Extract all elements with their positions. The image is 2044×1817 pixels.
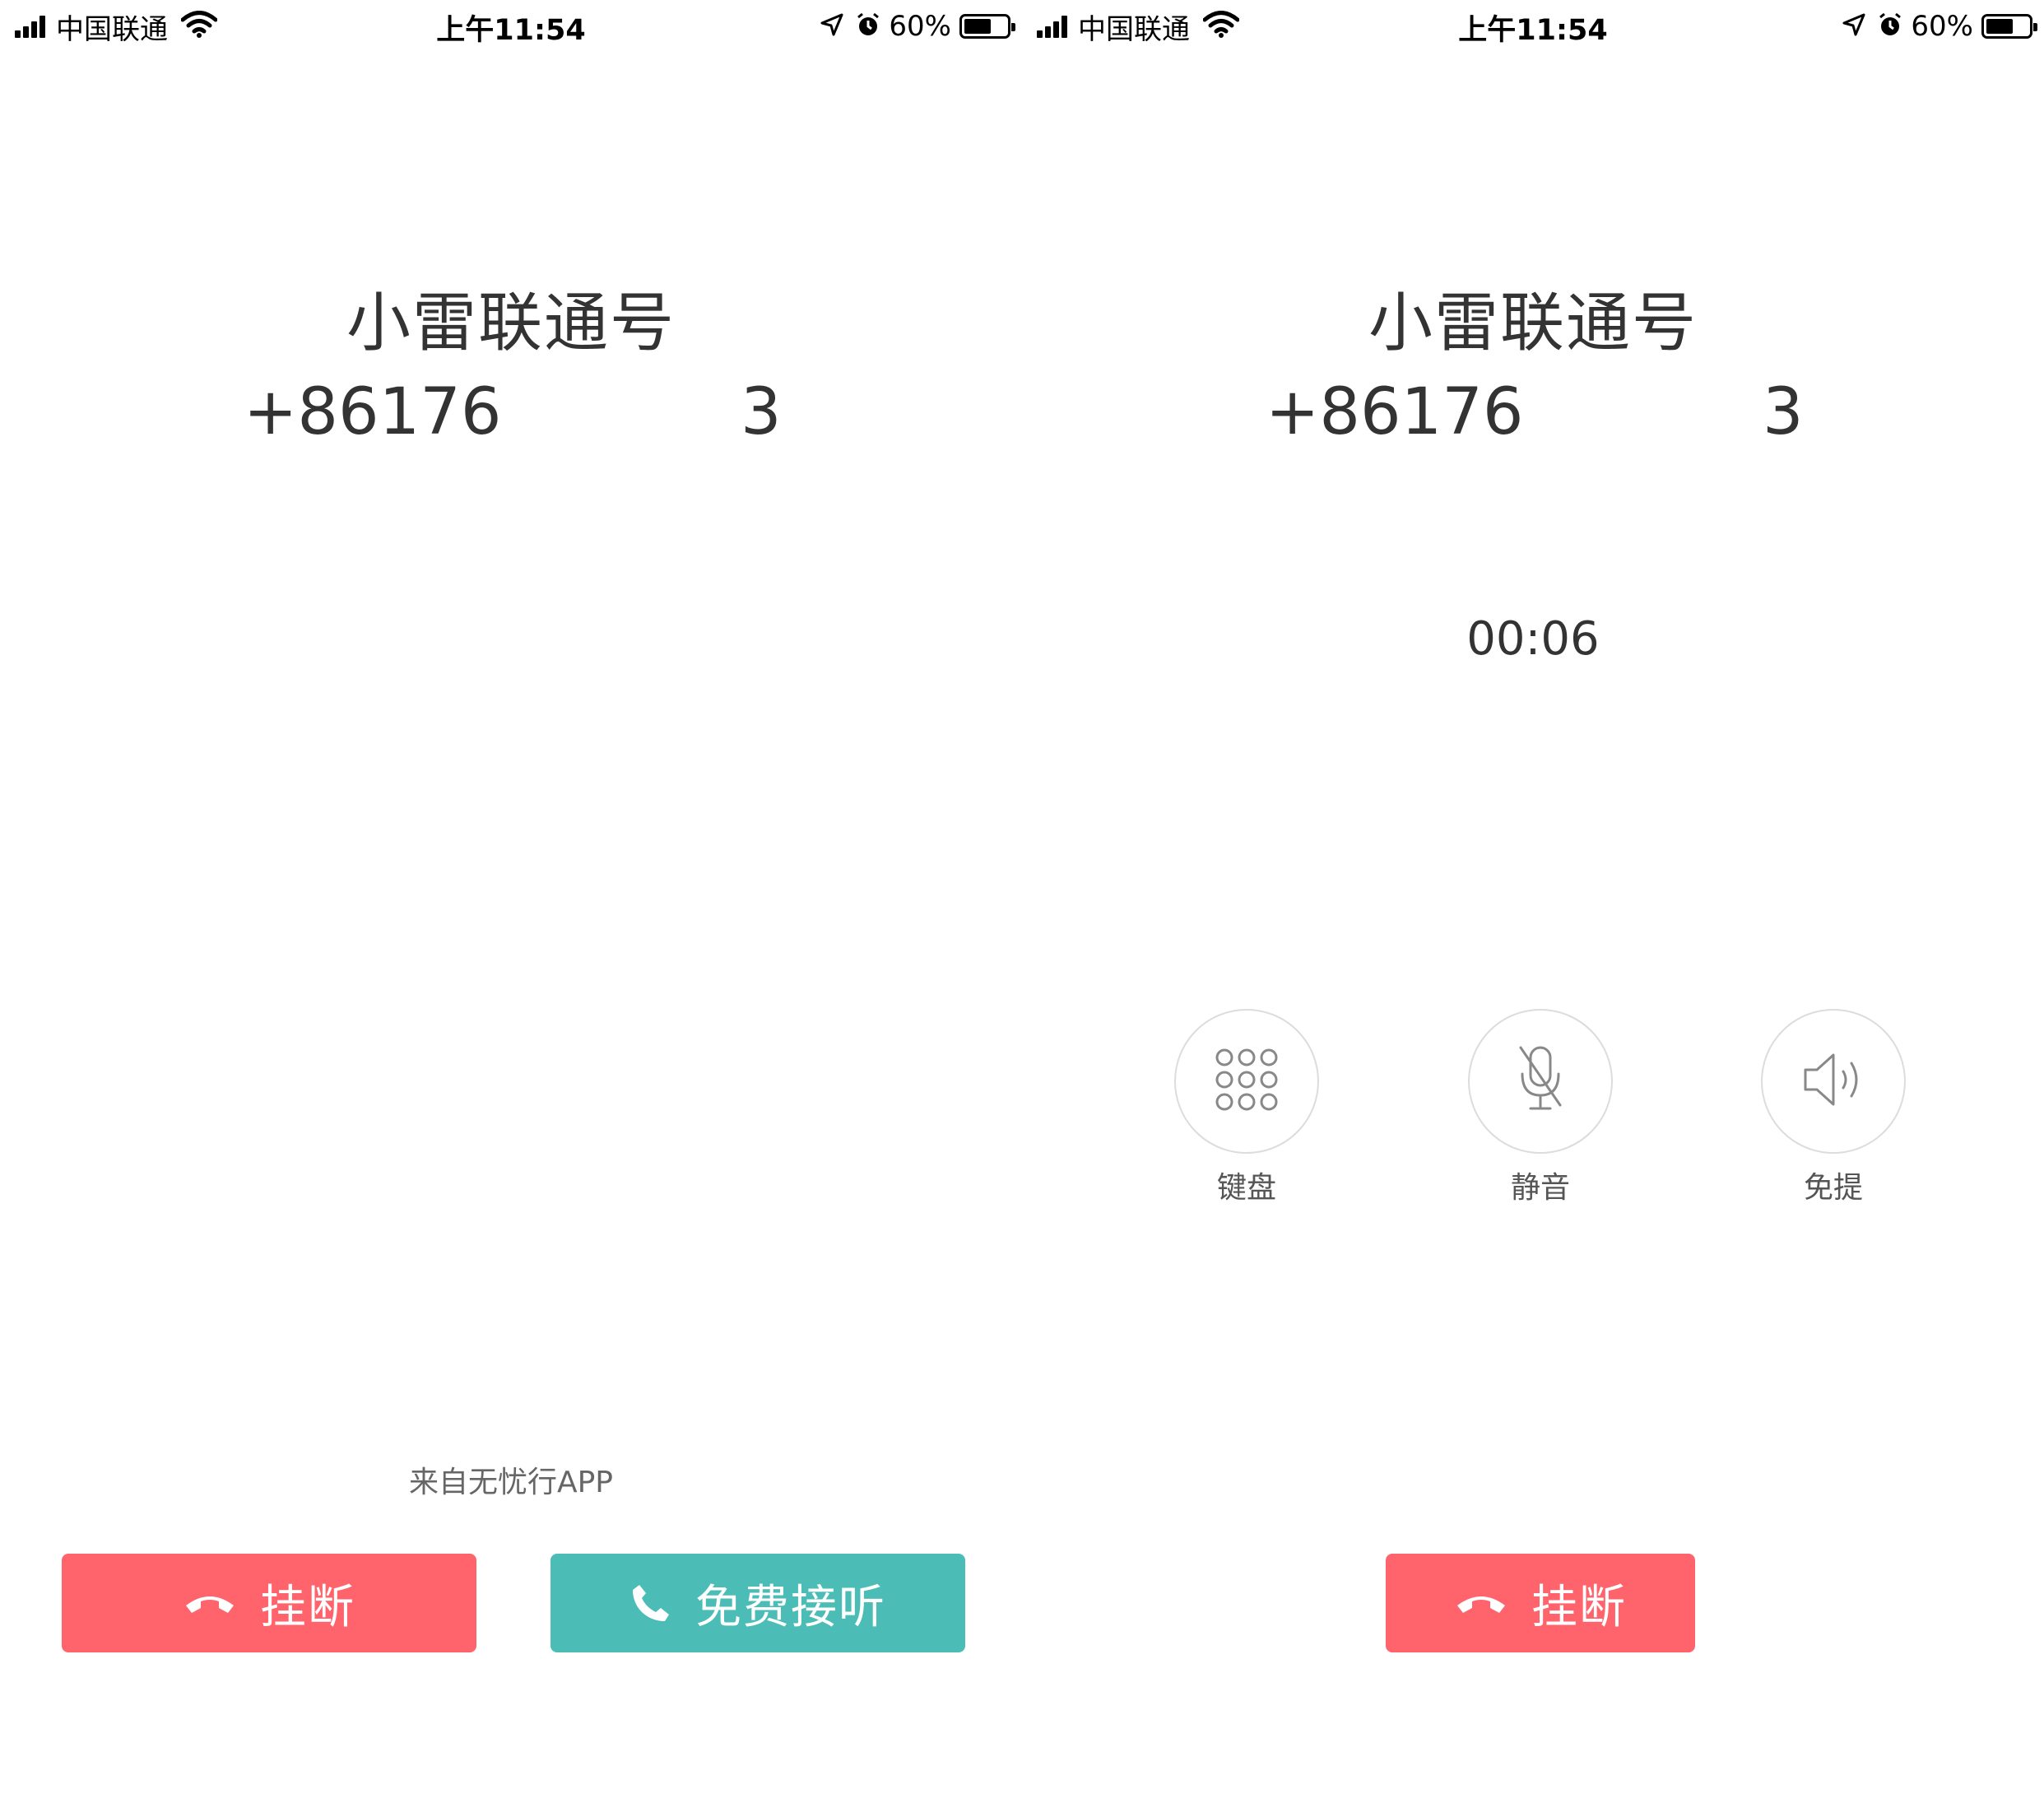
caller-number-prefix: +86176 — [244, 375, 502, 449]
caller-name: 小雷联通号 — [1368, 286, 1698, 360]
status-right: 60% — [1842, 7, 2037, 46]
call-timer: 00:06 — [1466, 612, 1600, 666]
location-icon — [820, 12, 844, 40]
free-answer-label: 免费接听 — [695, 1580, 886, 1633]
phone-icon — [629, 1582, 672, 1624]
hangup-phone-icon — [183, 1591, 237, 1615]
alarm-icon — [856, 12, 880, 41]
keypad-control[interactable]: 键盘 — [1173, 1009, 1321, 1206]
mute-control[interactable]: 静音 — [1466, 1009, 1614, 1206]
incoming-call-screen: 中国联通 上午11:54 60% 小雷联通号 +86176 3 来自无忧行APP — [0, 0, 1022, 1817]
battery-icon — [959, 14, 1015, 39]
hangup-phone-icon — [1454, 1591, 1508, 1615]
caller-number-suffix: 3 — [1763, 375, 1804, 449]
speaker-icon — [1800, 1048, 1866, 1114]
mute-label: 静音 — [1510, 1171, 1570, 1205]
speaker-button[interactable] — [1761, 1009, 1906, 1154]
call-source-text: 来自无忧行APP — [408, 1466, 614, 1499]
alarm-icon — [1878, 12, 1902, 41]
keypad-label: 键盘 — [1216, 1171, 1276, 1205]
status-right: 60% — [820, 7, 1015, 46]
hangup-button[interactable]: 挂断 — [62, 1554, 476, 1652]
caller-name: 小雷联通号 — [346, 286, 676, 360]
battery-percent: 60% — [1911, 10, 1973, 43]
mute-button[interactable] — [1468, 1009, 1613, 1154]
active-call-screen: 中国联通 上午11:54 60% 小雷联通号 +86176 3 00:06 键盘… — [1022, 0, 2044, 1817]
mute-mic-icon — [1516, 1044, 1565, 1118]
caller-number-suffix: 3 — [741, 375, 782, 449]
free-answer-button[interactable]: 免费接听 — [550, 1554, 965, 1652]
battery-percent: 60% — [889, 10, 951, 43]
status-bar: 中国联通 上午11:54 60% — [1022, 0, 2044, 53]
status-bar: 中国联通 上午11:54 60% — [0, 0, 1022, 53]
hangup-button[interactable]: 挂断 — [1386, 1554, 1695, 1652]
battery-icon — [1981, 14, 2037, 39]
hangup-label: 挂断 — [260, 1580, 355, 1633]
keypad-button[interactable] — [1174, 1009, 1319, 1154]
speaker-control[interactable]: 免提 — [1759, 1009, 1907, 1206]
dual-call-screens: 中国联通 上午11:54 60% 小雷联通号 +86176 3 来自无忧行APP — [0, 0, 2044, 1817]
location-icon — [1842, 12, 1866, 40]
keypad-icon — [1214, 1047, 1280, 1116]
caller-number-prefix: +86176 — [1266, 375, 1524, 449]
hangup-label: 挂断 — [1531, 1580, 1627, 1633]
speaker-label: 免提 — [1803, 1171, 1863, 1205]
